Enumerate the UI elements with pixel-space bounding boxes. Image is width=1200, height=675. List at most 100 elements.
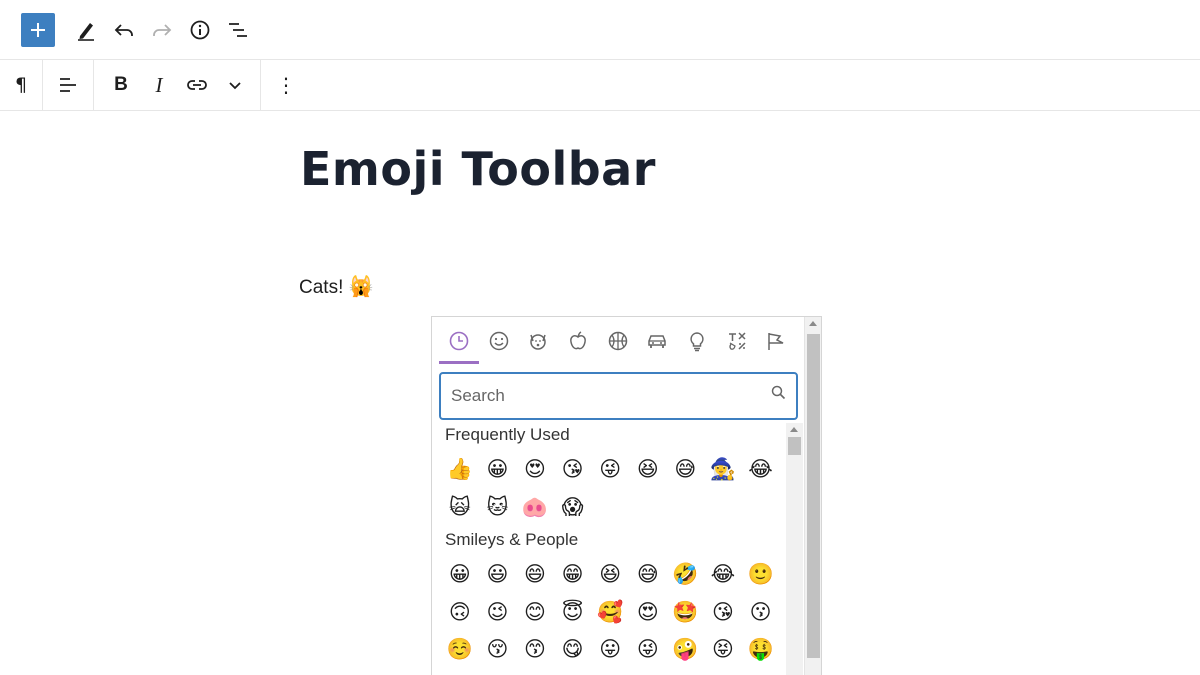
chevron-down-icon: [229, 82, 241, 90]
block-type-group: ¶: [0, 60, 43, 110]
emoji-row: ☺️ 😚 😙 😋 😛 😜 🤪 😝 🤑: [441, 631, 779, 667]
emoji-button[interactable]: 😛: [591, 631, 629, 667]
symbols-icon: [728, 332, 746, 350]
alignment-group: [43, 60, 94, 110]
dog-icon: [530, 334, 546, 350]
plus-icon: [31, 22, 45, 37]
emoji-button[interactable]: 🧙‍♀️: [704, 451, 742, 487]
emoji-row: 🙃 😉 😊 😇 🥰 😍 🤩 😘 😗: [441, 594, 779, 630]
paragraph-block[interactable]: Cats! 🙀: [299, 274, 374, 299]
scroll-thumb[interactable]: [807, 334, 820, 658]
emoji-button[interactable]: 😄: [516, 556, 554, 592]
redo-icon: [153, 23, 172, 36]
emoji-button[interactable]: 😍: [516, 451, 554, 487]
tab-flags[interactable]: [757, 317, 797, 365]
emoji-button[interactable]: 🙃: [441, 594, 479, 630]
emoji-row: 🙀 🐱 🐽 😱: [441, 489, 591, 525]
emoji-button[interactable]: 😊: [516, 594, 554, 630]
redo-button[interactable]: [143, 11, 181, 49]
undo-button[interactable]: [105, 11, 143, 49]
emoji-button[interactable]: 😜: [591, 451, 629, 487]
search-icon: [771, 385, 786, 400]
info-icon: [190, 20, 210, 39]
emoji-button[interactable]: 😆: [591, 556, 629, 592]
emoji-button[interactable]: 🙂: [742, 556, 780, 592]
emoji-button[interactable]: 🐽: [516, 489, 554, 525]
picker-scrollbar[interactable]: [804, 317, 821, 675]
emoji-button[interactable]: 😅: [629, 556, 667, 592]
emoji-button[interactable]: 😘: [704, 594, 742, 630]
emoji-button[interactable]: 😱: [554, 489, 592, 525]
emoji-button[interactable]: 😅: [667, 451, 705, 487]
emoji-row: 👍 😀 😍 😘 😜 😆 😅 🧙‍♀️ 😂: [441, 451, 779, 487]
emoji-button[interactable]: ☺️: [441, 631, 479, 667]
scroll-up-arrow[interactable]: [809, 321, 817, 326]
options-button[interactable]: ⋮: [267, 60, 305, 110]
align-button[interactable]: [49, 60, 87, 110]
scroll-up-arrow[interactable]: [790, 427, 798, 432]
tab-smileys[interactable]: [479, 317, 519, 365]
emoji-button[interactable]: 🐱: [479, 489, 517, 525]
tab-recent[interactable]: [439, 317, 479, 365]
emoji-button[interactable]: 😁: [554, 556, 592, 592]
emoji-button[interactable]: 😜: [629, 631, 667, 667]
emoji-category-tabs: [432, 317, 805, 365]
emoji-button[interactable]: 😀: [479, 451, 517, 487]
emoji-button[interactable]: 😃: [479, 556, 517, 592]
tab-food[interactable]: [558, 317, 598, 365]
paragraph-text: Cats!: [299, 277, 344, 298]
list-view-button[interactable]: [219, 11, 257, 49]
tab-animals[interactable]: [518, 317, 558, 365]
post-title[interactable]: Emoji Toolbar: [300, 142, 656, 196]
emoji-search-box: [439, 372, 798, 420]
emoji-row: 😀 😃 😄 😁 😆 😅 🤣 😂 🙂: [441, 556, 779, 592]
undo-icon: [114, 23, 133, 36]
tab-objects[interactable]: [677, 317, 717, 365]
details-button[interactable]: [181, 11, 219, 49]
active-tab-indicator: [439, 361, 479, 364]
italic-button[interactable]: I: [140, 60, 178, 110]
bold-button[interactable]: B: [102, 60, 140, 110]
add-block-button[interactable]: [21, 12, 55, 47]
emoji-button[interactable]: 😂: [742, 451, 780, 487]
emoji-button[interactable]: 🤪: [667, 631, 705, 667]
emoji-button[interactable]: 😙: [516, 631, 554, 667]
lightbulb-icon: [690, 332, 704, 352]
tab-symbols[interactable]: [717, 317, 757, 365]
section-label-smileys-people: Smileys & People: [445, 530, 579, 549]
emoji-list-scrollbar[interactable]: [786, 423, 803, 675]
link-button[interactable]: [178, 60, 216, 110]
emoji-button[interactable]: 😍: [629, 594, 667, 630]
tab-travel[interactable]: [637, 317, 677, 365]
emoji-button[interactable]: 🤩: [667, 594, 705, 630]
list-view-icon: [229, 22, 247, 37]
align-left-icon: [60, 78, 76, 92]
emoji-button[interactable]: 😝: [704, 631, 742, 667]
emoji-button[interactable]: 😋: [554, 631, 592, 667]
emoji-button[interactable]: 😉: [479, 594, 517, 630]
emoji-button[interactable]: 😀: [441, 556, 479, 592]
clock-icon: [449, 331, 469, 351]
emoji-button[interactable]: 😇: [554, 594, 592, 630]
more-formats-button[interactable]: [216, 60, 254, 110]
emoji-button[interactable]: 🤣: [667, 556, 705, 592]
smiley-icon: [489, 331, 508, 351]
emoji-button[interactable]: 🙀: [441, 489, 479, 525]
emoji-button[interactable]: 😗: [742, 594, 780, 630]
more-vertical-icon: ⋮: [276, 73, 296, 97]
basketball-icon: [608, 331, 627, 351]
emoji-button[interactable]: 🥰: [591, 594, 629, 630]
emoji-button[interactable]: 🤑: [742, 631, 780, 667]
link-icon: [187, 80, 207, 90]
tab-activity[interactable]: [598, 317, 638, 365]
emoji-button[interactable]: 😘: [554, 451, 592, 487]
emoji-button[interactable]: 👍: [441, 451, 479, 487]
car-icon: [648, 335, 667, 348]
emoji-search-input[interactable]: [451, 384, 751, 408]
emoji-button[interactable]: 😚: [479, 631, 517, 667]
scroll-thumb[interactable]: [788, 437, 801, 455]
tools-button[interactable]: [67, 11, 105, 49]
paragraph-block-button[interactable]: ¶: [2, 60, 40, 110]
emoji-button[interactable]: 😆: [629, 451, 667, 487]
emoji-button[interactable]: 😂: [704, 556, 742, 592]
